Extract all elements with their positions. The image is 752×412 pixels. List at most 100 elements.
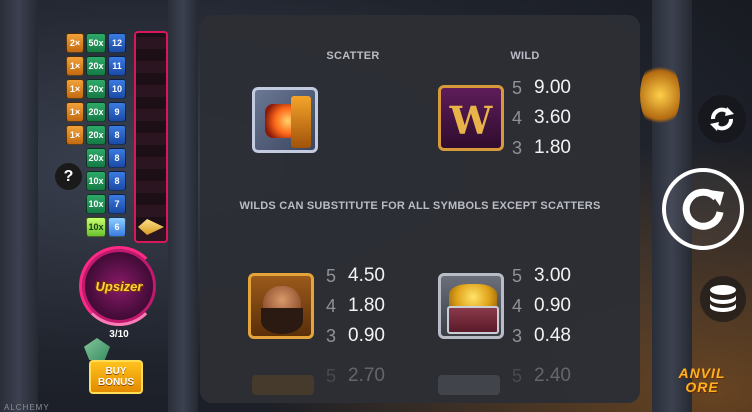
ladder-cell: 6 <box>108 217 126 237</box>
dwarf-beard <box>261 308 303 334</box>
pay-row: 5 2.70 <box>326 361 385 391</box>
ladder-cell: 20x <box>86 148 106 168</box>
next-symbol-partial <box>252 375 314 395</box>
paytable-panel: SCATTER WILD W 5 9.00 4 3.60 3 1.80 WILD… <box>200 15 640 403</box>
pay-row: 4 0.90 <box>512 291 571 321</box>
spin-button[interactable] <box>662 168 744 250</box>
pay-row: 3 1.80 <box>512 133 571 163</box>
pay-value: 9.00 <box>534 77 571 98</box>
ladder-row: 2× 50x 12 <box>66 33 126 53</box>
pay-row: 3 0.90 <box>326 321 385 351</box>
upsizer-count: 3/10 <box>109 329 129 340</box>
upsizer-ring <box>79 246 159 326</box>
chest-paylist: 5 3.00 4 0.90 3 0.48 <box>512 261 571 351</box>
spin-icon <box>682 188 724 230</box>
wild-title: WILD <box>510 50 540 62</box>
pay-count: 3 <box>512 137 523 158</box>
gold-pile-glow <box>640 60 680 130</box>
upsizer-ladder: 2× 50x 12 1× 20x 11 1× 20x 10 1× 20x 9 1× 20x 8 20x 8 10x… <box>66 31 168 243</box>
pay-value: 3.00 <box>534 265 571 286</box>
autoplay-icon <box>710 107 734 131</box>
logo-line2: ORE <box>685 379 719 395</box>
autoplay-button[interactable] <box>698 95 746 143</box>
pay-count: 5 <box>512 77 523 98</box>
pay-value: 1.80 <box>348 295 385 316</box>
ladder-cell: 20x <box>86 125 106 145</box>
pay-row: 5 2.40 <box>512 361 571 391</box>
wild-w-glyph: W <box>449 98 493 143</box>
pay-count: 4 <box>512 107 523 128</box>
pay-row: 5 3.00 <box>512 261 571 291</box>
ladder-row: 1× 20x 10 <box>66 79 126 99</box>
ladder-row: 10x 6 <box>66 217 126 237</box>
pay-row: 4 3.60 <box>512 103 571 133</box>
pay-value: 1.80 <box>534 137 571 158</box>
ladder-cell: 10x <box>86 217 106 237</box>
ladder-cell: 1× <box>66 79 84 99</box>
pay-value: 2.40 <box>534 365 571 386</box>
pay-value: 0.90 <box>534 295 571 316</box>
pay-row: 5 9.00 <box>512 73 571 103</box>
ladder-cell <box>66 217 84 237</box>
pay-count: 5 <box>512 365 523 386</box>
pay-row: 5 4.50 <box>326 261 385 291</box>
game-logo: ANVIL ORE <box>660 366 744 394</box>
ladder-cell: 8 <box>108 125 126 145</box>
scatter-title: SCATTER <box>326 50 380 62</box>
wild-symbol-icon: W <box>438 85 504 151</box>
ladder-cell: 8 <box>108 148 126 168</box>
wild-rule-text: WILDS CAN SUBSTITUTE FOR ALL SYMBOLS EXC… <box>239 200 601 212</box>
next-right-paylist: 5 2.40 <box>512 361 571 391</box>
pay-row: 4 1.80 <box>326 291 385 321</box>
scatter-symbol-icon <box>252 87 318 153</box>
coin-stack-icon <box>710 285 736 312</box>
ladder-cell: 10 <box>108 79 126 99</box>
dwarf-symbol-icon <box>248 273 314 339</box>
ladder-cell <box>66 194 84 214</box>
pay-count: 3 <box>512 325 523 346</box>
pay-count: 5 <box>326 265 337 286</box>
pay-count: 5 <box>512 265 523 286</box>
ladder-cell: 12 <box>108 33 126 53</box>
chest-box <box>447 306 499 334</box>
scatter-plate <box>291 96 311 148</box>
next-symbol-partial <box>438 375 500 395</box>
next-left-paylist: 5 2.70 <box>326 361 385 391</box>
buy-bonus-line2: BONUS <box>97 377 135 388</box>
pay-count: 5 <box>326 365 337 386</box>
ladder-cell: 11 <box>108 56 126 76</box>
crystal-decoration <box>84 338 110 360</box>
ladder-cell: 10x <box>86 171 106 191</box>
pay-value: 0.48 <box>534 325 571 346</box>
wild-paylist: 5 9.00 4 3.60 3 1.80 <box>512 73 571 163</box>
ladder-cell: 1× <box>66 102 84 122</box>
ladder-cell: 20x <box>86 102 106 122</box>
ladder-row: 10x 7 <box>66 194 126 214</box>
ladder-cell: 7 <box>108 194 126 214</box>
alchemy-sign: ALCHEMY <box>4 403 50 412</box>
ladder-cell: 20x <box>86 79 106 99</box>
ladder-row: 1× 20x 11 <box>66 56 126 76</box>
pay-value: 3.60 <box>534 107 571 128</box>
ladder-frame <box>134 31 168 243</box>
stone-pillar <box>0 0 38 412</box>
help-button[interactable]: ? <box>55 163 82 190</box>
pay-count: 3 <box>326 325 337 346</box>
buy-bonus-line1: BUY <box>105 366 127 377</box>
ladder-row: 1× 20x 8 <box>66 125 126 145</box>
ladder-cell: 10x <box>86 194 106 214</box>
pay-row: 3 0.48 <box>512 321 571 351</box>
ladder-cell: 8 <box>108 171 126 191</box>
pay-count: 4 <box>512 295 523 316</box>
buy-bonus-button[interactable]: BUY BONUS <box>89 360 143 394</box>
ladder-row: 1× 20x 9 <box>66 102 126 122</box>
pay-value: 0.90 <box>348 325 385 346</box>
ladder-cell: 50x <box>86 33 106 53</box>
pay-count: 4 <box>326 295 337 316</box>
dwarf-paylist: 5 4.50 4 1.80 3 0.90 <box>326 261 385 351</box>
bet-button[interactable] <box>700 276 746 322</box>
ladder-cell: 20x <box>86 56 106 76</box>
ladder-cell: 1× <box>66 125 84 145</box>
ladder-cell: 9 <box>108 102 126 122</box>
ladder-cell: 2× <box>66 33 84 53</box>
